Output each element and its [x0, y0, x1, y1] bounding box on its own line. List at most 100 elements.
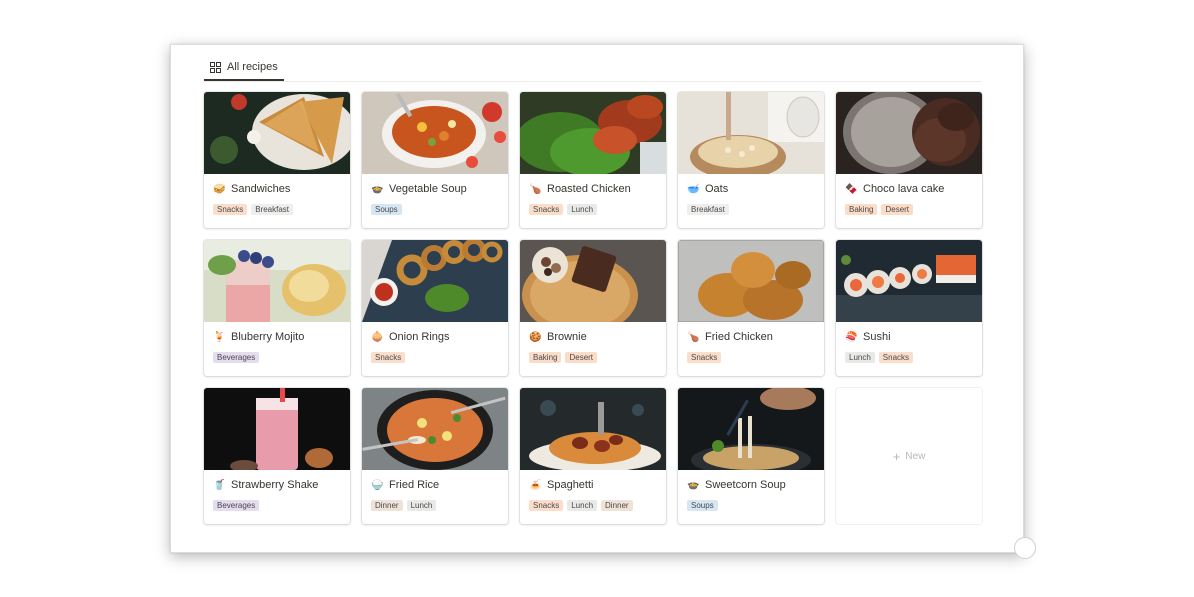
tag-list: Snacks Lunch [520, 196, 666, 215]
tag-badge: Snacks [687, 352, 722, 363]
fried-rice-photo [362, 388, 508, 470]
recipe-card[interactable]: 🍫 Choco lava cake Baking Desert [836, 92, 982, 228]
fried-chicken-photo [678, 240, 824, 322]
recipe-title: Brownie [547, 331, 587, 343]
recipe-gallery: 🥪 Sandwiches Snacks Breakfast 🍲 Vegetable Sou… [204, 92, 982, 524]
recipe-title: Oats [705, 183, 729, 195]
tag-badge: Soups [687, 500, 718, 511]
tag-list: Baking Desert [836, 196, 982, 215]
recipe-card[interactable]: 🧅 Onion Rings Snacks [362, 240, 508, 376]
recipe-card[interactable]: 🥪 Sandwiches Snacks Breakfast [204, 92, 350, 228]
recipe-title: Bluberry Mojito [231, 331, 305, 343]
gallery-panel: All recipes 🥪 Sandwiches Snacks Breakfast 🍲 V… [170, 44, 1024, 553]
recipe-emoji-icon: 🍪 [529, 331, 542, 343]
roasted-chicken-photo [520, 92, 666, 174]
recipe-emoji-icon: 🥤 [213, 479, 226, 491]
tag-list: Snacks [362, 344, 508, 363]
card-title-row: 🍹 Bluberry Mojito [204, 322, 350, 344]
recipe-emoji-icon: 🍗 [687, 331, 700, 343]
card-title-row: 🍪 Brownie [520, 322, 666, 344]
card-title-row: 🍝 Spaghetti [520, 470, 666, 492]
oats-photo [678, 92, 824, 174]
tag-list: Soups [678, 492, 824, 511]
recipe-card[interactable]: 🍣 Sushi Lunch Snacks [836, 240, 982, 376]
recipe-emoji-icon: 🍲 [371, 183, 384, 195]
card-title-row: 🧅 Onion Rings [362, 322, 508, 344]
tag-list: Snacks Lunch Dinner [520, 492, 666, 511]
tag-badge: Snacks [529, 500, 564, 511]
tag-badge: Snacks [878, 352, 914, 363]
recipe-emoji-icon: 🧅 [371, 331, 384, 343]
tag-list: Beverages [204, 492, 350, 511]
tag-list: Baking Desert [520, 344, 666, 363]
tag-list: Snacks Breakfast [204, 196, 350, 215]
tab-label: All recipes [227, 61, 278, 73]
tag-badge: Snacks [371, 352, 406, 363]
recipe-card[interactable]: 🍹 Bluberry Mojito Beverages [204, 240, 350, 376]
card-title-row: 🥪 Sandwiches [204, 174, 350, 196]
recipe-card[interactable]: 🍚 Fried Rice Dinner Lunch [362, 388, 508, 524]
tag-badge: Soups [371, 204, 402, 215]
tag-badge: Beverages [213, 352, 260, 363]
recipe-card[interactable]: 🍲 Sweetcorn Soup Soups [678, 388, 824, 524]
recipe-title: Sweetcorn Soup [705, 479, 786, 491]
tab-all-recipes[interactable]: All recipes [204, 55, 284, 81]
tag-badge: Desert [881, 204, 914, 215]
new-card-button[interactable]: + New [836, 388, 982, 524]
tag-badge: Dinner [601, 500, 633, 511]
recipe-card[interactable]: 🍗 Roasted Chicken Snacks Lunch [520, 92, 666, 228]
sweetcorn-soup-photo [678, 388, 824, 470]
tag-badge: Lunch [567, 500, 598, 511]
grid-icon [210, 61, 221, 73]
plus-icon: + [892, 448, 901, 464]
card-title-row: 🍗 Roasted Chicken [520, 174, 666, 196]
tag-list: Lunch Snacks [836, 344, 982, 363]
recipe-title: Sandwiches [231, 183, 291, 195]
tag-badge: Lunch [406, 500, 437, 511]
spaghetti-photo [520, 388, 666, 470]
tag-badge: Dinner [371, 500, 403, 511]
card-title-row: 🍚 Fried Rice [362, 470, 508, 492]
tag-badge: Snacks [529, 204, 564, 215]
card-title-row: 🍣 Sushi [836, 322, 982, 344]
tag-badge: Lunch [567, 204, 598, 215]
card-title-row: 🍗 Fried Chicken [678, 322, 824, 344]
recipe-title: Fried Rice [389, 479, 440, 491]
recipe-emoji-icon: 🍹 [213, 331, 226, 343]
tag-badge: Beverages [213, 500, 260, 511]
tag-badge: Baking [845, 204, 878, 215]
help-button[interactable] [1014, 537, 1036, 559]
tag-badge: Lunch [845, 352, 875, 363]
choco-lava-cake-photo [836, 92, 982, 174]
recipe-title: Sushi [863, 331, 891, 343]
card-title-row: 🍫 Choco lava cake [836, 174, 982, 196]
recipe-card[interactable]: 🍝 Spaghetti Snacks Lunch Dinner [520, 388, 666, 524]
tag-list: Beverages [204, 344, 350, 363]
tag-list: Snacks [678, 344, 824, 363]
recipe-emoji-icon: 🍗 [529, 183, 542, 195]
recipe-title: Choco lava cake [863, 183, 945, 195]
sandwiches-photo [204, 92, 350, 174]
recipe-card[interactable]: 🍗 Fried Chicken Snacks [678, 240, 824, 376]
new-card-label: New [905, 450, 926, 462]
tag-list: Soups [362, 196, 508, 215]
tag-list: Dinner Lunch [362, 492, 508, 511]
card-title-row: 🍲 Sweetcorn Soup [678, 470, 824, 492]
card-title-row: 🥤 Strawberry Shake [204, 470, 350, 492]
vegetable-soup-photo [362, 92, 508, 174]
recipe-emoji-icon: 🍫 [845, 183, 858, 195]
tag-badge: Desert [565, 352, 598, 363]
card-title-row: 🍲 Vegetable Soup [362, 174, 508, 196]
recipe-card[interactable]: 🥤 Strawberry Shake Beverages [204, 388, 350, 524]
recipe-emoji-icon: 🍣 [845, 331, 858, 343]
recipe-title: Fried Chicken [705, 331, 773, 343]
tag-badge: Breakfast [251, 204, 294, 215]
recipe-card[interactable]: 🥣 Oats Breakfast [678, 92, 824, 228]
recipe-emoji-icon: 🍲 [687, 479, 700, 491]
tag-badge: Snacks [213, 204, 248, 215]
recipe-card[interactable]: 🍪 Brownie Baking Desert [520, 240, 666, 376]
recipe-title: Spaghetti [547, 479, 594, 491]
sushi-photo [836, 240, 982, 322]
recipe-emoji-icon: 🍝 [529, 479, 542, 491]
recipe-card[interactable]: 🍲 Vegetable Soup Soups [362, 92, 508, 228]
